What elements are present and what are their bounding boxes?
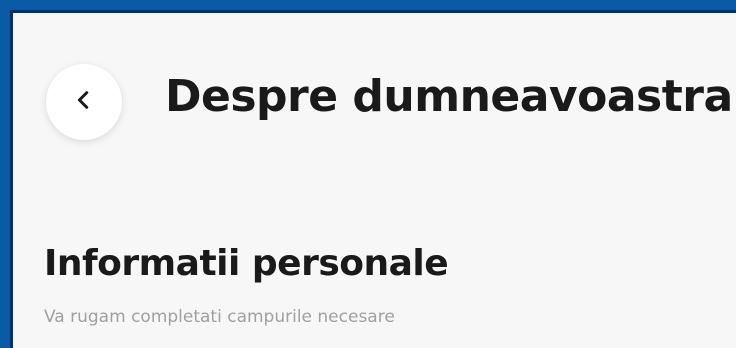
section-title: Informatii personale [44,243,449,284]
back-button[interactable] [46,64,122,140]
page-title: Despre dumneavoastra [165,71,733,122]
chevron-left-icon [73,89,95,115]
page-content: Despre dumneavoastra Informatii personal… [10,10,736,348]
section-subtitle: Va rugam completati campurile necesare [44,307,395,327]
app-frame: Despre dumneavoastra Informatii personal… [0,0,736,348]
